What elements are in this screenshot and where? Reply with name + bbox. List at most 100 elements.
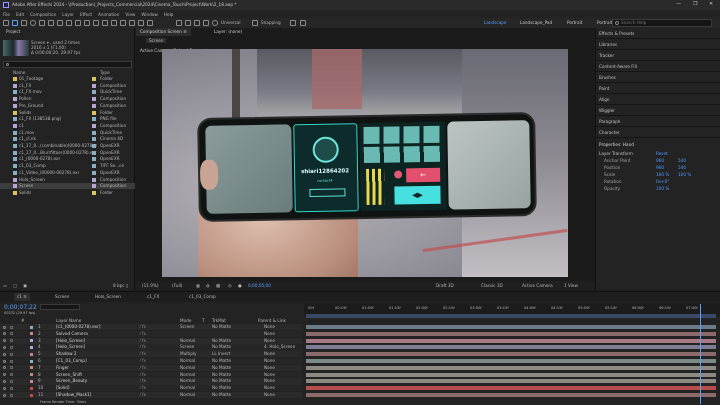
layer-label-color[interactable]: [30, 332, 33, 336]
panel-section[interactable]: Paint: [599, 86, 609, 91]
layer-duration-bar[interactable]: [306, 386, 716, 391]
project-item[interactable]: c1_17_0...Blurrfiltaer(0000-0278).exr Ope…: [0, 150, 135, 156]
timeline-tab-holo-screen[interactable]: Holo_Screen: [92, 293, 124, 301]
layer-switches[interactable]: ⁄ fx: [140, 372, 146, 378]
menu-composition[interactable]: Composition: [30, 12, 56, 17]
solo-toggle[interactable]: [10, 393, 13, 397]
layer-duration-bar[interactable]: [306, 338, 716, 343]
layer-name[interactable]: Solved Camera: [56, 331, 88, 337]
layer-label-color[interactable]: [30, 339, 33, 343]
visibility-eye-icon[interactable]: [3, 386, 6, 390]
layer-parent[interactable]: None: [264, 365, 275, 371]
layer-trkmat[interactable]: No Matte: [212, 378, 231, 384]
item-label-color[interactable]: [92, 170, 96, 175]
layer-duration-bar[interactable]: [306, 325, 716, 329]
project-item[interactable]: c1_FX.mov QuickTime: [0, 89, 135, 95]
panel-section[interactable]: Tracker: [599, 53, 614, 58]
layer-duration-bar[interactable]: [306, 345, 716, 350]
solo-toggle[interactable]: [10, 359, 13, 363]
renderer-dropdown[interactable]: Classic 3D: [481, 283, 503, 288]
panel-section[interactable]: Effects & Presets: [599, 31, 634, 36]
solo-toggle[interactable]: [10, 332, 13, 336]
layer-label-color[interactable]: [30, 373, 33, 377]
visibility-eye-icon[interactable]: [3, 339, 6, 343]
snap-options-icon[interactable]: [300, 20, 306, 26]
layer-trkmat[interactable]: No Matte: [212, 385, 231, 391]
visibility-eye-icon[interactable]: [3, 366, 6, 370]
layer-parent[interactable]: None: [264, 338, 275, 344]
timeline-tab-c1[interactable]: c1 ≡: [14, 293, 30, 301]
layer-trkmat[interactable]: No Matte: [212, 344, 231, 350]
menu-file[interactable]: File: [3, 12, 10, 17]
axis-tool-icon[interactable]: [185, 20, 191, 26]
draft-3d-toggle[interactable]: Draft 3D: [436, 283, 454, 288]
menu-animation[interactable]: Animation: [98, 12, 119, 17]
layer-duration-bar[interactable]: [306, 352, 716, 357]
layer-name[interactable]: [c1_(0000-0278).exr]: [56, 324, 100, 330]
breadcrumb[interactable]: Screen: [146, 38, 167, 43]
layer-name[interactable]: Finger: [56, 365, 69, 371]
camera-dropdown[interactable]: Active Camera: [522, 283, 553, 288]
project-item[interactable]: c1 Composition: [0, 123, 135, 129]
channel-icon[interactable]: ●: [238, 283, 242, 288]
col-layer-name-header[interactable]: Layer Name: [56, 318, 81, 323]
solo-toggle[interactable]: [10, 352, 13, 356]
project-item[interactable]: Screen Composition: [0, 183, 135, 190]
orbit-tool-icon[interactable]: [39, 20, 45, 26]
menu-window[interactable]: Window: [141, 12, 158, 17]
layer-mode[interactable]: Normal: [180, 385, 195, 391]
layer-row[interactable]: 5 Shadow 2 ⁄ fx Multiply LL Invert None: [0, 351, 302, 358]
project-item[interactable]: Pre_Ground Composition: [0, 103, 135, 109]
rectangle-tool-icon[interactable]: [84, 20, 90, 26]
rotate-tool-icon[interactable]: [66, 20, 72, 26]
solo-toggle[interactable]: [10, 325, 13, 329]
item-label-color[interactable]: [92, 190, 96, 195]
layer-duration-bar[interactable]: [306, 379, 716, 384]
layer-mode[interactable]: Normal: [180, 365, 195, 371]
reset-button[interactable]: Reset: [656, 151, 668, 156]
comp-canvas[interactable]: shiari12864202 contact4 ← ◀▶: [162, 49, 568, 277]
item-label-color[interactable]: [92, 123, 96, 128]
layer-mode[interactable]: Screen: [180, 324, 194, 330]
layer-switches[interactable]: ⁄ fx: [140, 338, 146, 344]
property-value-1[interactable]: 960: [656, 165, 664, 170]
layer-name[interactable]: [Holo_Screen]: [56, 344, 85, 350]
tab-layer[interactable]: Layer: (none): [210, 28, 246, 36]
layer-mode[interactable]: Multiply: [180, 351, 197, 357]
layer-name[interactable]: [Solid]: [56, 385, 69, 391]
layer-row[interactable]: 3 [Holo_Screen] ⁄ fx Normal No Matte None: [0, 337, 302, 344]
property-value-2[interactable]: 100 %: [678, 172, 691, 177]
item-label-color[interactable]: [92, 103, 96, 108]
item-label-color[interactable]: [92, 110, 96, 115]
panel-section[interactable]: Content-Aware Fill: [599, 64, 637, 69]
property-value-2[interactable]: 540: [678, 165, 686, 170]
layer-duration-bar[interactable]: [306, 331, 716, 336]
brush-tool-icon[interactable]: [111, 20, 117, 26]
layer-label-color[interactable]: [30, 359, 33, 363]
project-item[interactable]: Holo_Screen Composition: [0, 177, 135, 183]
layer-row[interactable]: 9 Screen_Beauty ⁄ fx Normal No Matte None: [0, 378, 302, 385]
project-item[interactable]: c1_FX (138538.png) PNG file: [0, 116, 135, 122]
layer-name[interactable]: Shadow 2: [56, 351, 77, 357]
snapping-checkbox[interactable]: [252, 20, 258, 26]
hand-tool-icon[interactable]: [21, 20, 27, 26]
item-label-color[interactable]: [92, 177, 96, 182]
world-axis-icon[interactable]: [194, 20, 200, 26]
layer-trkmat[interactable]: No Matte: [212, 358, 231, 364]
panel-section[interactable]: Paragraph: [599, 119, 620, 124]
layer-parent[interactable]: None: [264, 358, 275, 364]
item-label-color[interactable]: [92, 130, 96, 135]
layer-mode[interactable]: Normal: [180, 358, 195, 364]
layer-label-color[interactable]: [30, 352, 33, 356]
universal-label[interactable]: Universal: [221, 20, 241, 25]
layer-duration-bar[interactable]: [306, 372, 716, 377]
current-time[interactable]: 0;00;05;00: [248, 283, 271, 288]
layer-row[interactable]: 4 [Holo_Screen] ⁄ fx Screen No Matte 4. Holo_…: [0, 344, 302, 351]
property-value-1[interactable]: 100 %: [656, 172, 669, 177]
dolly-tool-icon[interactable]: [57, 20, 63, 26]
visibility-eye-icon[interactable]: [3, 359, 6, 363]
project-item[interactable]: c1_(0000-0278).exr OpenEXR: [0, 156, 135, 162]
pan-tool-icon[interactable]: [48, 20, 54, 26]
property-value-1[interactable]: 0x+0°: [656, 179, 669, 184]
zoom-dropdown[interactable]: (11.9%): [142, 283, 159, 288]
